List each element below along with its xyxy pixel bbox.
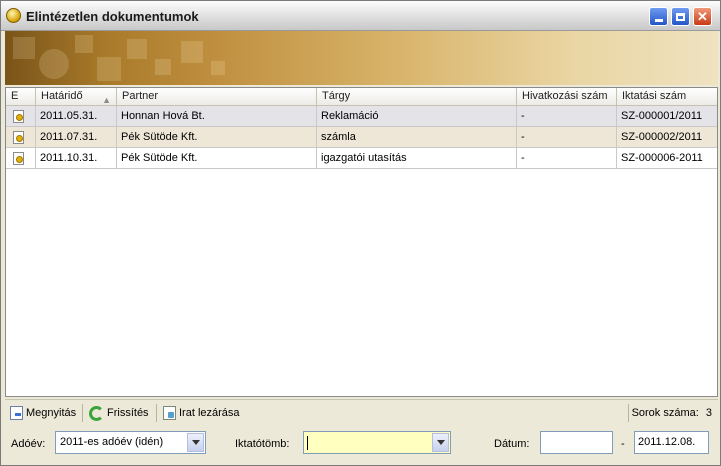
close-button[interactable]: ✕ bbox=[693, 7, 712, 26]
document-icon bbox=[13, 131, 24, 144]
tax-year-value: 2011-es adóév (idén) bbox=[60, 436, 164, 448]
banner-decoration bbox=[5, 31, 265, 85]
partner-cell: Honnan Hová Bt. bbox=[117, 106, 317, 126]
bottom-toolbar: Megnyitás Frissítés Irat lezárása Sorok … bbox=[5, 399, 718, 426]
row-count: Sorok száma: 3 bbox=[632, 404, 712, 422]
open-button-label: Megnyitás bbox=[26, 407, 77, 419]
chevron-down-icon bbox=[436, 440, 445, 445]
reference-cell: - bbox=[517, 127, 617, 147]
deadline-cell: 2011.07.31. bbox=[36, 127, 117, 147]
partner-cell: Pék Sütöde Kft. bbox=[117, 148, 317, 168]
tax-year-select[interactable]: 2011-es adóév (idén) bbox=[55, 431, 206, 454]
documents-grid[interactable]: E Határidő ▲ Partner Tárgy Hivatkozási s… bbox=[5, 87, 718, 397]
column-header-reference[interactable]: Hivatkozási szám bbox=[517, 88, 617, 105]
subject-cell: számla bbox=[317, 127, 517, 147]
partner-cell: Pék Sütöde Kft. bbox=[117, 127, 317, 147]
main-window: Elintézetlen dokumentumok ✕ E Határidő ▲… bbox=[0, 0, 721, 466]
table-row[interactable]: 2011.07.31. Pék Sütöde Kft. számla - SZ-… bbox=[6, 127, 717, 148]
column-header-e[interactable]: E bbox=[6, 88, 36, 105]
column-header-registry-number[interactable]: Iktatási szám bbox=[617, 88, 717, 105]
document-icon bbox=[13, 110, 24, 123]
registry-number-cell: SZ-000001/2011 bbox=[621, 110, 703, 122]
deadline-cell: 2011.10.31. bbox=[36, 148, 117, 168]
filter-bar: Adóév: 2011-es adóév (idén) Iktatótömb: … bbox=[5, 427, 718, 463]
table-row[interactable]: 2011.10.31. Pék Sütöde Kft. igazgatói ut… bbox=[6, 148, 717, 169]
status-cell bbox=[6, 148, 36, 168]
registry-number-cell: SZ-000002/2011 bbox=[621, 131, 703, 143]
sort-ascending-icon: ▲ bbox=[102, 95, 111, 105]
refresh-icon bbox=[89, 405, 104, 421]
header-banner bbox=[5, 31, 718, 85]
column-header-subject[interactable]: Tárgy bbox=[317, 88, 517, 105]
date-label: Dátum: bbox=[494, 438, 530, 450]
table-row[interactable]: 2011.05.31. Honnan Hová Bt. Reklamáció -… bbox=[6, 106, 717, 127]
toolbar-separator bbox=[156, 404, 157, 422]
reference-cell: - bbox=[517, 148, 617, 168]
row-count-value: 3 bbox=[705, 407, 712, 419]
minimize-button[interactable] bbox=[649, 7, 668, 26]
refresh-button[interactable]: Frissítés bbox=[89, 404, 149, 422]
subject-cell: Reklamáció bbox=[317, 106, 517, 126]
toolbar-separator bbox=[82, 404, 83, 422]
open-document-icon bbox=[10, 406, 23, 420]
registry-book-label: Iktatótömb: bbox=[235, 438, 290, 450]
refresh-button-label: Frissítés bbox=[107, 407, 149, 419]
row-count-label: Sorok száma: bbox=[631, 407, 699, 419]
close-document-button-label: Irat lezárása bbox=[179, 407, 240, 419]
date-range-separator: - bbox=[621, 438, 625, 450]
registry-book-dropdown-button[interactable] bbox=[432, 433, 449, 452]
close-document-button[interactable]: Irat lezárása bbox=[163, 404, 240, 422]
column-header-deadline[interactable]: Határidő ▲ bbox=[36, 88, 117, 105]
app-icon bbox=[6, 8, 21, 23]
chevron-down-icon bbox=[191, 440, 200, 445]
text-caret bbox=[307, 436, 308, 450]
column-header-partner[interactable]: Partner bbox=[117, 88, 317, 105]
open-button[interactable]: Megnyitás bbox=[10, 404, 76, 422]
toolbar-separator bbox=[628, 404, 629, 422]
document-icon bbox=[13, 152, 24, 165]
reference-cell: - bbox=[517, 106, 617, 126]
registry-number-cell: SZ-000006-2011 bbox=[621, 152, 703, 164]
registry-book-select[interactable] bbox=[303, 431, 451, 454]
tax-year-label: Adóév: bbox=[11, 438, 46, 450]
date-to-input[interactable]: 2011.12.08. bbox=[634, 431, 709, 454]
window-title: Elintézetlen dokumentumok bbox=[26, 9, 199, 24]
subject-cell: igazgatói utasítás bbox=[317, 148, 517, 168]
deadline-cell: 2011.05.31. bbox=[36, 106, 117, 126]
tax-year-dropdown-button[interactable] bbox=[187, 433, 204, 452]
title-bar[interactable]: Elintézetlen dokumentumok ✕ bbox=[1, 1, 720, 31]
status-cell bbox=[6, 127, 36, 147]
grid-header: E Határidő ▲ Partner Tárgy Hivatkozási s… bbox=[6, 88, 717, 106]
close-icon: ✕ bbox=[697, 9, 708, 24]
date-from-input[interactable] bbox=[540, 431, 613, 454]
maximize-button[interactable] bbox=[671, 7, 690, 26]
status-cell bbox=[6, 106, 36, 126]
maximize-icon bbox=[676, 12, 685, 21]
minimize-icon bbox=[654, 19, 663, 22]
column-header-deadline-label: Határidő bbox=[41, 90, 83, 102]
close-document-icon bbox=[163, 406, 176, 420]
